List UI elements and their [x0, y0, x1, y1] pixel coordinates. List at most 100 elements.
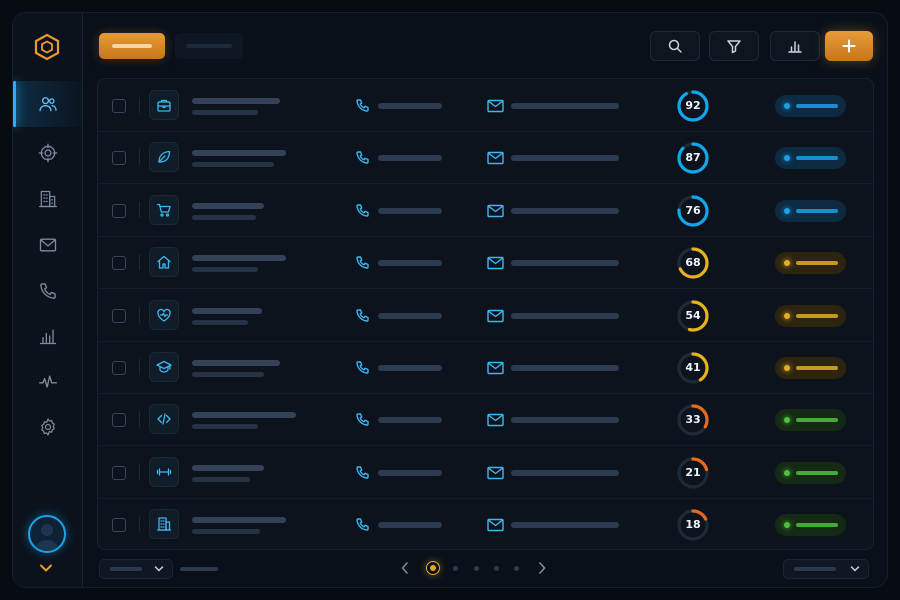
mail-icon[interactable] — [487, 99, 504, 113]
score-value: 54 — [685, 308, 701, 322]
table-row[interactable]: 76 — [98, 184, 873, 237]
contact-name-placeholder — [192, 517, 286, 524]
table-row[interactable]: 54 — [98, 289, 873, 342]
sidebar-item-target[interactable] — [13, 130, 83, 176]
mail-icon[interactable] — [487, 466, 504, 480]
contact-company-placeholder — [192, 214, 256, 220]
sidebar-item-analytics[interactable] — [13, 313, 83, 359]
page-dot[interactable] — [494, 566, 499, 571]
table-row[interactable]: 87 — [98, 131, 873, 185]
row-checkbox[interactable] — [112, 256, 126, 271]
status-dot — [784, 312, 790, 319]
rows-selector-dropdown[interactable] — [99, 559, 173, 579]
selector-value-placeholder — [110, 567, 142, 571]
mail-icon[interactable] — [487, 518, 504, 532]
sidebar-item-settings[interactable] — [13, 404, 83, 450]
mail-icon[interactable] — [487, 204, 504, 218]
secondary-tab[interactable] — [175, 33, 243, 59]
contact-name-placeholder — [192, 98, 280, 104]
hexagon-logo-icon[interactable] — [34, 33, 60, 61]
activity-icon — [39, 375, 57, 388]
add-button[interactable] — [825, 31, 873, 61]
page-dot[interactable] — [514, 566, 519, 571]
contact-name-placeholder — [192, 307, 262, 314]
score-ring: 21 — [676, 456, 710, 490]
status-label-placeholder — [796, 104, 838, 108]
office-building-icon — [156, 517, 172, 531]
contact-company-placeholder — [192, 476, 250, 482]
phone-number-placeholder — [378, 260, 442, 267]
table-row[interactable]: 41 — [98, 341, 873, 394]
chevron-down-icon — [154, 566, 164, 572]
row-checkbox[interactable] — [112, 308, 126, 323]
phone-number-placeholder — [378, 469, 442, 476]
mail-icon[interactable] — [487, 256, 504, 270]
sidebar-item-buildings[interactable] — [13, 176, 83, 222]
chevron-down-icon[interactable] — [39, 563, 53, 573]
phone-icon[interactable] — [354, 412, 370, 428]
mail-icon[interactable] — [487, 151, 504, 165]
tab-label-placeholder — [186, 44, 232, 48]
primary-action-button[interactable] — [99, 33, 165, 59]
search-button[interactable] — [650, 31, 700, 61]
phone-icon[interactable] — [354, 203, 370, 219]
phone-icon[interactable] — [354, 517, 370, 533]
phone-icon[interactable] — [354, 150, 370, 166]
mail-icon[interactable] — [487, 309, 504, 323]
status-label-placeholder — [796, 261, 838, 266]
table-row[interactable]: 92 — [98, 79, 873, 132]
status-label-placeholder — [796, 208, 838, 213]
row-checkbox[interactable] — [112, 99, 126, 113]
status-dot — [784, 207, 790, 214]
row-checkbox[interactable] — [112, 203, 126, 218]
row-avatar — [149, 90, 179, 120]
email-address-placeholder — [511, 155, 619, 162]
email-address-placeholder — [511, 522, 619, 529]
dumbbell-icon — [156, 468, 172, 476]
table-row[interactable]: 68 — [98, 236, 873, 290]
row-checkbox[interactable] — [112, 151, 126, 166]
status-badge — [775, 95, 846, 117]
sidebar-item-phone[interactable] — [13, 268, 83, 314]
sidebar-item-users[interactable] — [13, 81, 83, 127]
table-row[interactable]: 21 — [98, 446, 873, 499]
chevron-left-icon[interactable] — [400, 561, 410, 575]
row-checkbox[interactable] — [112, 465, 126, 480]
sidebar-item-mail[interactable] — [13, 222, 83, 268]
sidebar-item-activity[interactable] — [13, 359, 83, 405]
row-checkbox[interactable] — [112, 361, 126, 375]
row-checkbox[interactable] — [112, 518, 126, 533]
page-dot[interactable] — [453, 566, 458, 571]
email-address-placeholder — [511, 365, 619, 371]
status-badge — [775, 304, 846, 327]
phone-icon[interactable] — [354, 360, 370, 376]
table-row[interactable]: 33 — [98, 393, 873, 447]
filter-button[interactable] — [709, 31, 759, 61]
score-value: 18 — [685, 518, 701, 532]
score-value: 21 — [685, 465, 701, 479]
phone-icon[interactable] — [354, 465, 370, 481]
score-ring: 92 — [676, 89, 710, 123]
avatar[interactable] — [28, 515, 66, 553]
code-icon — [157, 413, 171, 426]
phone-icon[interactable] — [354, 255, 370, 271]
mail-icon[interactable] — [487, 413, 504, 427]
leaf-icon — [158, 151, 171, 164]
status-label-placeholder — [796, 313, 838, 318]
email-address-placeholder — [511, 103, 619, 109]
email-address-placeholder — [511, 417, 619, 424]
row-checkbox[interactable] — [112, 413, 126, 428]
contact-company-placeholder — [192, 372, 264, 377]
chevron-right-icon[interactable] — [537, 561, 547, 575]
status-label-placeholder — [796, 523, 838, 528]
per-page-dropdown[interactable] — [783, 559, 869, 579]
page-dot-current[interactable] — [426, 561, 440, 575]
phone-icon[interactable] — [354, 98, 370, 114]
results-count-placeholder — [180, 567, 218, 571]
page-dot[interactable] — [474, 566, 479, 571]
chart-button[interactable] — [770, 31, 820, 61]
table-row[interactable]: 18 — [98, 498, 873, 549]
phone-icon[interactable] — [354, 308, 370, 324]
mail-icon[interactable] — [487, 361, 504, 375]
score-value: 41 — [685, 361, 701, 374]
